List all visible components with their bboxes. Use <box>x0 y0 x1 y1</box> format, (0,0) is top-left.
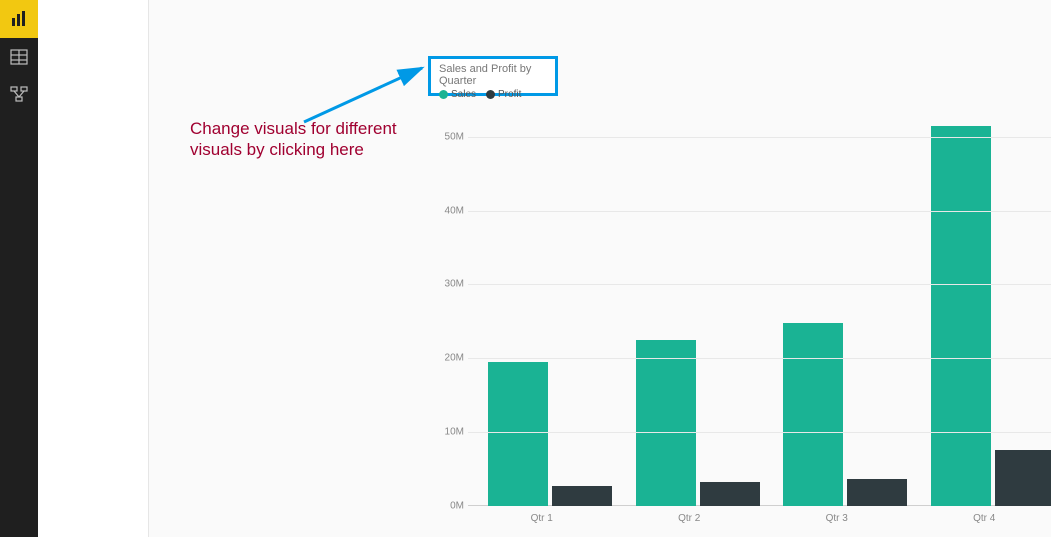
legend-label-sales: Sales <box>451 89 476 100</box>
bar-sales[interactable] <box>783 323 843 506</box>
left-sidebar <box>0 0 38 537</box>
legend-item-sales[interactable]: Sales <box>439 89 476 100</box>
x-axis-label: Qtr 4 <box>911 513 1051 524</box>
x-axis-label: Qtr 3 <box>763 513 911 524</box>
sidebar-item-data[interactable] <box>0 38 38 76</box>
annotation-text-content: Change visuals for different visuals by … <box>190 119 397 159</box>
sidebar-item-report[interactable] <box>0 0 38 38</box>
chart-title: Sales and Profit by Quarter <box>439 63 547 87</box>
chart-legend: Sales Profit <box>439 89 547 100</box>
y-axis-tick: 30M <box>428 279 464 290</box>
gridline <box>468 432 1051 433</box>
report-canvas[interactable]: Sales and Profit by Quarter Sales Profit… <box>38 0 1051 537</box>
plot-area: Qtr 1Qtr 2Qtr 3Qtr 4 <box>468 122 1051 506</box>
bar-groups: Qtr 1Qtr 2Qtr 3Qtr 4 <box>468 122 1051 506</box>
y-axis-tick: 10M <box>428 427 464 438</box>
x-axis-label: Qtr 2 <box>616 513 764 524</box>
bar-sales[interactable] <box>931 126 991 506</box>
y-axis-tick: 0M <box>428 501 464 512</box>
model-icon <box>10 86 28 104</box>
bar-profit[interactable] <box>700 482 760 506</box>
y-axis-tick: 20M <box>428 353 464 364</box>
bar-group: Qtr 2 <box>616 122 764 506</box>
gridline <box>468 137 1051 138</box>
bar-profit[interactable] <box>995 450 1051 506</box>
column-chart[interactable]: Qtr 1Qtr 2Qtr 3Qtr 4 0M10M20M30M40M50M <box>428 122 1051 526</box>
bar-group: Qtr 4 <box>911 122 1051 506</box>
bar-group: Qtr 3 <box>763 122 911 506</box>
bar-profit[interactable] <box>552 486 612 506</box>
x-axis-label: Qtr 1 <box>468 513 616 524</box>
legend-label-profit: Profit <box>498 89 521 100</box>
legend-swatch-sales <box>439 90 448 99</box>
bar-chart-icon <box>10 10 28 28</box>
sidebar-item-model[interactable] <box>0 76 38 114</box>
annotation-text: Change visuals for different visuals by … <box>190 118 430 161</box>
chart-header-highlight[interactable]: Sales and Profit by Quarter Sales Profit <box>428 56 558 96</box>
gridline <box>468 211 1051 212</box>
gridline <box>468 358 1051 359</box>
gridline <box>468 284 1051 285</box>
bar-sales[interactable] <box>488 362 548 506</box>
y-axis-tick: 50M <box>428 131 464 142</box>
y-axis-tick: 40M <box>428 205 464 216</box>
table-icon <box>10 48 28 66</box>
bar-profit[interactable] <box>847 479 907 506</box>
legend-item-profit[interactable]: Profit <box>486 89 521 100</box>
legend-swatch-profit <box>486 90 495 99</box>
bar-sales[interactable] <box>636 340 696 506</box>
bar-group: Qtr 1 <box>468 122 616 506</box>
